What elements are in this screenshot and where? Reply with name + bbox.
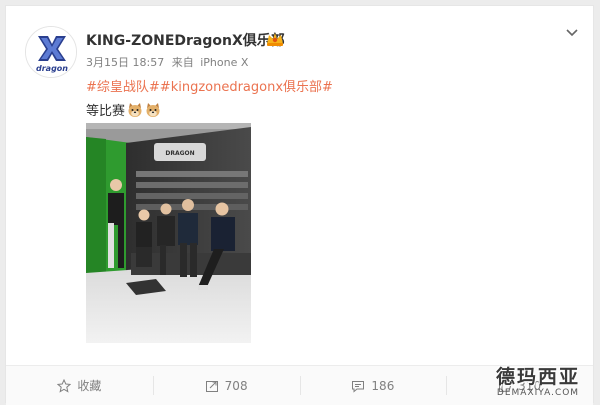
post-device[interactable]: iPhone X [200, 56, 248, 69]
photo-sign-text: DRAGON [165, 150, 194, 157]
source-prefix: 来自 [171, 56, 194, 69]
post-timestamp[interactable]: 3月15日 18:57 [86, 56, 164, 69]
username[interactable]: KING-ZONEDragonX俱乐部 [86, 30, 285, 50]
svg-text:dragon: dragon [36, 64, 68, 73]
post-photo[interactable]: DRAGON [86, 123, 251, 343]
favorite-label: 收藏 [77, 379, 102, 393]
topic-tag[interactable]: #综皇战队# [86, 80, 160, 95]
favorite-button[interactable]: 收藏 [6, 366, 153, 405]
comment-button[interactable]: 186 [299, 366, 447, 405]
doge-icon [128, 102, 142, 117]
weibo-post-card: dragon KING-ZONEDragonX俱乐部 3月15日 18:57 来… [5, 5, 594, 405]
kz-logo-icon: dragon [26, 27, 76, 77]
post-body: 等比赛 [86, 100, 161, 119]
topic-tags: #综皇战队##kingzonedragonx俱乐部# [86, 76, 333, 95]
comment-icon [352, 380, 365, 393]
doge-icon [146, 102, 160, 117]
site-watermark: 德玛西亚 DEMAXIYA.COM [482, 366, 594, 402]
topic-tag[interactable]: #kingzonedragonx俱乐部# [160, 80, 333, 95]
comment-count: 186 [371, 378, 395, 393]
team-photo-image: DRAGON [86, 123, 251, 343]
chevron-down-icon[interactable] [565, 26, 579, 40]
post-text: 等比赛 [86, 104, 126, 119]
post-meta: 3月15日 18:57 来自 iPhone X [86, 54, 248, 70]
watermark-title: 德玛西亚 [495, 366, 580, 388]
repost-icon [205, 380, 218, 392]
watermark-url: DEMAXIYA.COM [496, 388, 580, 398]
repost-count: 708 [224, 378, 248, 393]
repost-button[interactable]: 708 [152, 366, 300, 405]
star-icon [57, 378, 72, 393]
avatar[interactable]: dragon [25, 26, 77, 78]
vip-badge-icon[interactable] [265, 31, 285, 47]
